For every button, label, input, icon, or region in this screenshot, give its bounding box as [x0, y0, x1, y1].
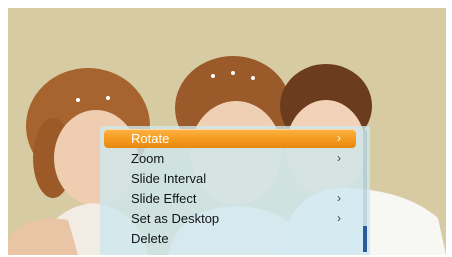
photo-viewer-screen: Rotate › Zoom › Slide Interval Slide Eff…	[8, 8, 446, 255]
scrollbar-thumb[interactable]	[363, 226, 367, 252]
options-menu: Rotate › Zoom › Slide Interval Slide Eff…	[100, 126, 370, 255]
menu-scrollbar[interactable]	[363, 130, 367, 252]
menu-item-set-as-desktop[interactable]: Set as Desktop ›	[104, 209, 356, 228]
chevron-right-icon: ›	[337, 211, 341, 225]
chevron-right-icon: ›	[337, 131, 341, 145]
chevron-right-icon: ›	[337, 191, 341, 205]
menu-item-zoom[interactable]: Zoom ›	[104, 149, 356, 168]
menu-item-label: Slide Interval	[131, 171, 207, 186]
menu-item-rotate[interactable]: Rotate ›	[104, 129, 356, 148]
menu-item-delete[interactable]: Delete	[104, 229, 356, 248]
menu-item-label: Rotate	[131, 131, 170, 146]
menu-item-label: Slide Effect	[131, 191, 197, 206]
chevron-right-icon: ›	[337, 151, 341, 165]
menu-item-slide-interval[interactable]: Slide Interval	[104, 169, 356, 188]
menu-item-label: Zoom	[131, 151, 165, 166]
menu-item-label: Set as Desktop	[131, 211, 220, 226]
menu-item-label: Delete	[131, 231, 169, 246]
menu-item-slide-effect[interactable]: Slide Effect ›	[104, 189, 356, 208]
